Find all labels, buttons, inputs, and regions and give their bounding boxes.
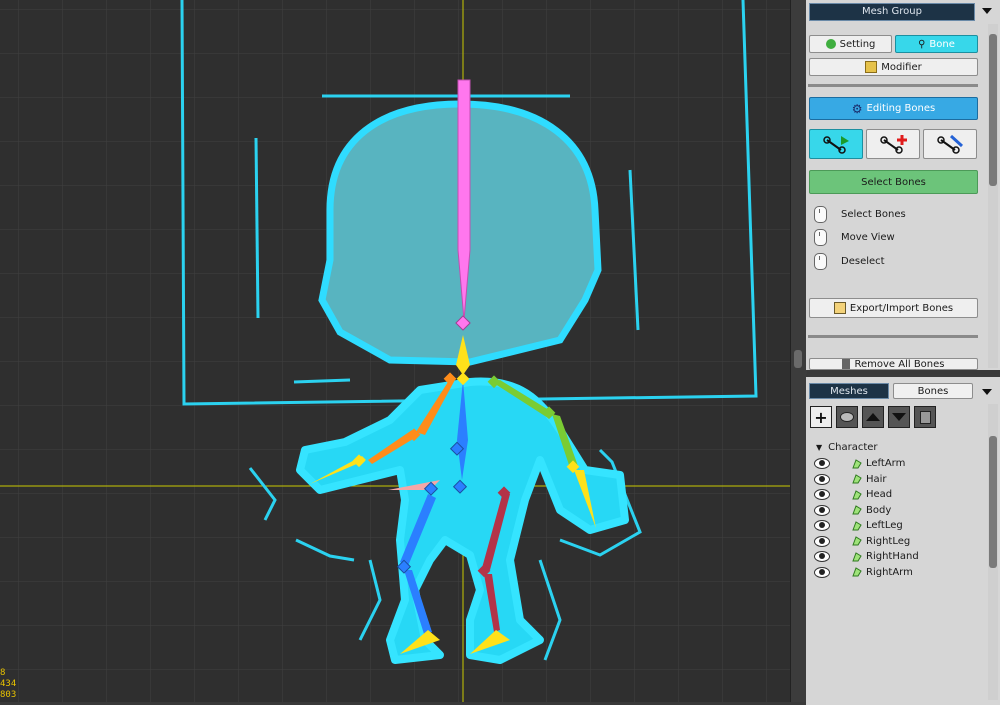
bone-tab-button[interactable]: ⚲ Bone	[895, 35, 978, 53]
hint-select-bones: Select Bones	[814, 204, 906, 224]
tree-root-label: Character	[828, 442, 878, 453]
select-bone-tool-button[interactable]	[809, 129, 863, 159]
visibility-eye-icon[interactable]	[814, 551, 830, 562]
hierarchy-scroll-thumb[interactable]	[989, 436, 997, 568]
hint-deselect: Deselect	[814, 251, 885, 271]
export-import-icon	[833, 302, 846, 314]
tab-bones[interactable]: Bones	[893, 383, 973, 399]
hint-label: Select Bones	[841, 208, 906, 220]
mesh-icon	[852, 567, 862, 577]
mesh-icon	[852, 458, 862, 468]
visibility-eye-icon[interactable]	[814, 504, 830, 516]
move-down-button[interactable]	[888, 406, 910, 428]
mesh-item[interactable]: Body	[814, 503, 891, 518]
right-mouse-icon	[814, 252, 827, 270]
add-icon: +	[814, 407, 828, 427]
add-bone-icon	[880, 135, 907, 154]
mesh-item[interactable]: LeftArm	[814, 456, 905, 471]
modifier-icon	[865, 61, 878, 73]
setting-tab-button[interactable]: Setting	[809, 35, 892, 53]
mesh-item[interactable]: RightArm	[814, 565, 913, 580]
bone-label: Bone	[929, 38, 955, 50]
mesh-icon	[852, 536, 862, 546]
panel-menu-icon[interactable]	[982, 8, 992, 14]
delete-button[interactable]	[914, 406, 936, 428]
mesh-label: Hair	[866, 473, 887, 485]
coord-readout-1: 8	[0, 668, 6, 678]
divider	[808, 335, 978, 338]
editing-bones-icon: ⚙	[851, 101, 863, 116]
mesh-icon	[852, 520, 862, 530]
setting-icon	[825, 39, 836, 49]
mesh-label: RightLeg	[866, 535, 911, 547]
panel-title: Mesh Group	[809, 3, 975, 21]
delete-icon	[919, 410, 931, 424]
tree-root[interactable]: ▼ Character	[816, 440, 878, 455]
scene-canvas[interactable]	[0, 0, 790, 702]
mesh-item[interactable]: LeftLeg	[814, 518, 903, 533]
export-import-label: Export/Import Bones	[849, 302, 954, 314]
hint-move-view: Move View	[814, 227, 895, 247]
hierarchy-menu-icon[interactable]	[982, 389, 992, 395]
add-bone-tool-button[interactable]	[866, 129, 920, 159]
mesh-icon	[852, 489, 862, 499]
middle-mouse-icon	[814, 228, 827, 246]
bone-icon: ⚲	[918, 38, 926, 50]
move-up-button[interactable]	[862, 406, 884, 428]
mode-label: Select Bones	[861, 176, 926, 188]
coord-readout-2: 434	[0, 679, 17, 689]
mesh-label: RightArm	[866, 566, 913, 578]
setting-label: Setting	[839, 38, 876, 50]
mesh-label: Body	[866, 504, 892, 516]
mesh-label: Head	[866, 489, 893, 500]
mesh-item[interactable]: Hair	[814, 472, 887, 487]
mesh-label: RightHand	[866, 551, 919, 562]
visibility-eye-icon[interactable]	[814, 473, 830, 485]
tab-meshes[interactable]: Meshes	[809, 383, 889, 399]
export-import-bones-button[interactable]: Export/Import Bones	[809, 298, 978, 318]
layer-icon	[840, 412, 854, 422]
move-up-icon	[866, 413, 880, 421]
move-down-icon	[892, 413, 906, 421]
coord-readout-3: 803	[0, 690, 17, 700]
visibility-eye-icon[interactable]	[814, 535, 830, 547]
divider	[808, 84, 978, 87]
mesh-item[interactable]: Head	[814, 487, 892, 502]
mesh-icon	[852, 551, 862, 561]
splitter-handle[interactable]	[794, 350, 802, 368]
modifier-label: Modifier	[881, 61, 922, 73]
left-mouse-icon	[814, 205, 827, 223]
select-bone-icon	[823, 136, 849, 154]
add-mesh-button[interactable]: +	[810, 406, 832, 428]
editing-bones-label: Editing Bones	[866, 103, 936, 114]
visibility-eye-icon[interactable]	[814, 458, 830, 469]
mesh-icon	[852, 505, 862, 515]
mesh-item[interactable]: RightLeg	[814, 534, 910, 549]
trash-icon	[842, 359, 851, 369]
link-bone-tool-button[interactable]	[923, 129, 977, 159]
mesh-label: LeftArm	[866, 458, 906, 469]
visibility-eye-icon[interactable]	[814, 489, 830, 500]
mesh-icon	[852, 474, 862, 484]
inspector-scroll-thumb[interactable]	[989, 34, 997, 186]
hint-label: Deselect	[841, 255, 885, 267]
mode-status-bar: Select Bones	[809, 170, 978, 194]
remove-all-label: Remove All Bones	[854, 359, 945, 370]
visibility-eye-icon[interactable]	[814, 566, 830, 578]
layer-button[interactable]	[836, 406, 858, 428]
hint-label: Move View	[841, 231, 895, 243]
visibility-eye-icon[interactable]	[814, 520, 830, 531]
mesh-item[interactable]: RightHand	[814, 549, 919, 564]
link-bone-icon	[937, 134, 964, 154]
editing-bones-button[interactable]: ⚙ Editing Bones	[809, 97, 978, 120]
modifier-button[interactable]: Modifier	[809, 58, 978, 76]
mesh-label: LeftLeg	[866, 520, 903, 531]
editor-viewport[interactable]: 8 434 803	[0, 0, 790, 702]
collapse-icon[interactable]: ▼	[816, 443, 822, 452]
remove-all-bones-button[interactable]: Remove All Bones	[809, 358, 978, 370]
